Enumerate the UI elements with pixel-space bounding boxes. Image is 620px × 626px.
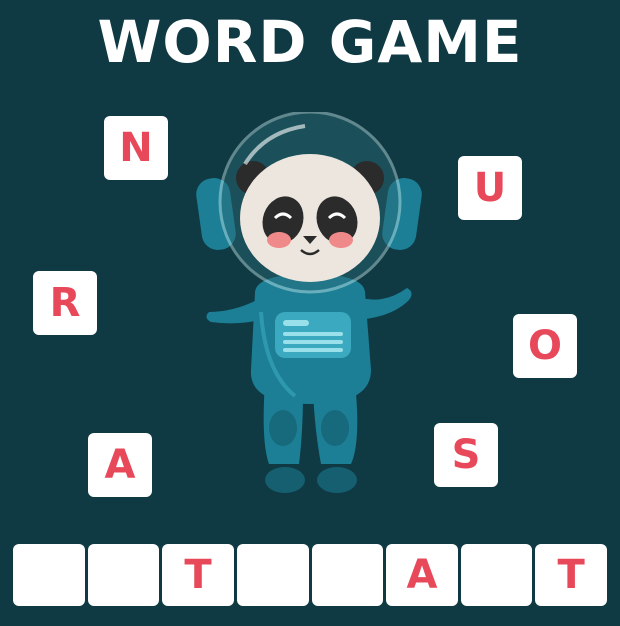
answer-row: T A T xyxy=(13,544,607,606)
answer-slot-7[interactable] xyxy=(460,544,533,606)
answer-slot-5[interactable] xyxy=(311,544,384,606)
letter-tile-u[interactable]: U xyxy=(458,156,522,220)
answer-slot-1[interactable] xyxy=(13,544,85,606)
answer-slot-6[interactable]: A xyxy=(386,544,458,606)
astronaut-panda-illustration xyxy=(196,112,422,493)
letter-tile-s[interactable]: S xyxy=(434,423,498,487)
letter-tile-o[interactable]: O xyxy=(513,314,577,378)
letter-tile-a[interactable]: A xyxy=(88,433,152,497)
game-board: WORD GAME N U R O A S T A T xyxy=(0,0,620,626)
letter-tile-r[interactable]: R xyxy=(33,271,97,335)
answer-slot-3[interactable]: T xyxy=(162,544,234,606)
answer-slot-8[interactable]: T xyxy=(535,544,607,606)
game-title: WORD GAME xyxy=(97,8,523,76)
answer-slot-2[interactable] xyxy=(87,544,160,606)
letter-tile-n[interactable]: N xyxy=(104,116,168,180)
answer-slot-4[interactable] xyxy=(236,544,309,606)
